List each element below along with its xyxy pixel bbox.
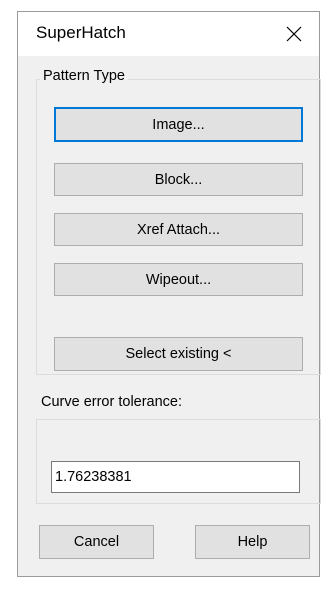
pattern-type-label: Pattern Type — [40, 68, 128, 84]
block-button[interactable]: Block... — [54, 163, 303, 196]
title-bar[interactable]: SuperHatch — [18, 12, 319, 56]
curve-error-label: Curve error tolerance: — [38, 394, 186, 410]
select-existing-button[interactable]: Select existing < — [54, 337, 303, 371]
curve-error-input[interactable] — [51, 461, 300, 493]
help-button[interactable]: Help — [195, 525, 310, 559]
dialog-title: SuperHatch — [36, 23, 126, 42]
image-button[interactable]: Image... — [54, 107, 303, 142]
wipeout-button[interactable]: Wipeout... — [54, 263, 303, 296]
superhatch-dialog: SuperHatch Pattern Type Image... Block..… — [17, 11, 321, 577]
close-icon[interactable] — [284, 24, 304, 44]
cancel-button[interactable]: Cancel — [39, 525, 154, 559]
xref-attach-button[interactable]: Xref Attach... — [54, 213, 303, 246]
